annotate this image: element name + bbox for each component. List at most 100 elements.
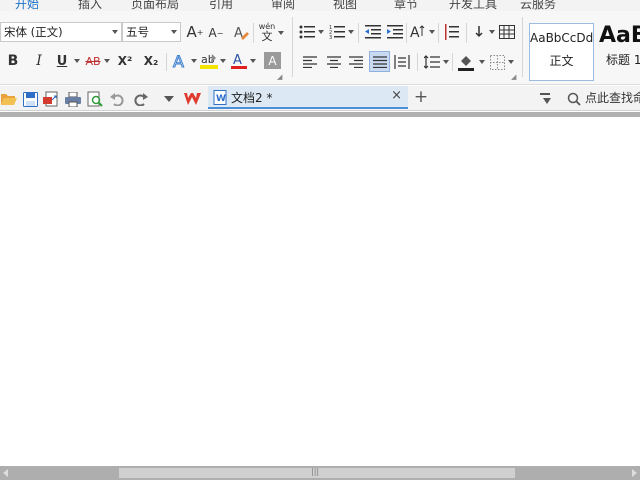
redo-icon: [134, 93, 148, 106]
align-center-button[interactable]: [325, 53, 343, 71]
horizontal-scrollbar[interactable]: |||: [0, 466, 640, 480]
printer-icon: [65, 91, 81, 107]
chevron-down-icon[interactable]: [479, 60, 485, 64]
align-left-icon: [303, 56, 317, 68]
font-size-select[interactable]: 五号: [122, 22, 181, 42]
print-button[interactable]: [64, 90, 82, 108]
save-button[interactable]: [21, 90, 39, 108]
shading-button[interactable]: [456, 52, 476, 72]
chevron-down-icon[interactable]: [443, 60, 449, 64]
chinese-layout-button[interactable]: [443, 23, 461, 41]
distribute-button[interactable]: [393, 53, 411, 71]
chevron-down-icon[interactable]: [191, 59, 197, 63]
chinese-layout-icon: [445, 24, 459, 40]
font-color-button[interactable]: A: [231, 51, 247, 71]
align-right-button[interactable]: [347, 53, 365, 71]
highlight-button[interactable]: ab: [200, 51, 218, 71]
menu-tab-references[interactable]: 引用: [209, 0, 233, 11]
sort-button[interactable]: [471, 23, 487, 41]
chevron-down-icon[interactable]: [429, 30, 435, 34]
borders-button[interactable]: [488, 53, 506, 71]
chevron-down-icon[interactable]: [348, 30, 354, 34]
decrease-indent-button[interactable]: [364, 23, 382, 41]
grow-font-icon: A: [186, 23, 197, 41]
menu-tab-page-layout[interactable]: 页面布局: [131, 0, 179, 11]
shrink-font-button[interactable]: A −: [207, 24, 225, 42]
line-spacing-button[interactable]: [423, 53, 441, 71]
numbered-list-button[interactable]: 123: [328, 23, 346, 41]
print-preview-button[interactable]: [86, 90, 104, 108]
document-tab[interactable]: W 文档2 * ×: [208, 86, 408, 109]
text-effect-button[interactable]: A: [171, 51, 189, 71]
divider: [406, 23, 407, 43]
style-heading1-button[interactable]: AaB 标题 1: [596, 23, 640, 81]
paragraph-dialog-launcher-icon[interactable]: ◢: [511, 73, 516, 81]
folder-open-icon: [1, 94, 17, 105]
customize-toolbar-button[interactable]: [160, 90, 178, 108]
menu-tab-review[interactable]: 审阅: [271, 0, 295, 11]
clear-format-button[interactable]: A: [232, 22, 250, 42]
divider: [292, 17, 293, 77]
chevron-down-icon[interactable]: [508, 60, 514, 64]
increase-indent-button[interactable]: [386, 23, 404, 41]
font-family-select[interactable]: 宋体 (正文): [0, 22, 122, 42]
chevron-down-icon[interactable]: [104, 59, 110, 63]
bold-button[interactable]: B: [4, 51, 22, 71]
underline-button[interactable]: U: [53, 51, 71, 71]
export-pdf-button[interactable]: [42, 90, 60, 108]
bullet-list-button[interactable]: [298, 23, 316, 41]
style-heading1-preview: AaB: [599, 23, 640, 48]
italic-button[interactable]: I: [30, 51, 48, 71]
align-left-button[interactable]: [301, 53, 319, 71]
export-pdf-icon: [43, 91, 58, 107]
font-dialog-launcher-icon[interactable]: ◢: [277, 73, 282, 81]
table-grid-icon: [499, 25, 515, 39]
menu-tab-cloud[interactable]: 云服务: [520, 0, 556, 11]
chevron-down-icon[interactable]: [489, 30, 495, 34]
scroll-right-icon[interactable]: [632, 469, 637, 477]
chevron-down-icon: [171, 30, 177, 34]
horizontal-scroll-thumb[interactable]: |||: [119, 467, 515, 478]
open-button[interactable]: [0, 90, 18, 108]
scroll-left-icon[interactable]: [3, 469, 8, 477]
divider: [253, 23, 254, 43]
panel-toggle-button[interactable]: [538, 90, 556, 108]
wps-logo[interactable]: [184, 90, 202, 108]
style-normal-button[interactable]: AaBbCcDd 正文: [529, 23, 594, 81]
grow-font-button[interactable]: A +: [186, 22, 204, 42]
sort-icon: [475, 26, 483, 38]
ribbon: 宋体 (正文) 五号 A + A − A wén 文 B I U AB X² X₂ …: [0, 11, 640, 85]
undo-button[interactable]: [108, 90, 126, 108]
chevron-down-icon[interactable]: [220, 59, 226, 63]
menu-tab-insert[interactable]: 插入: [78, 0, 102, 11]
bullet-list-icon: [299, 25, 315, 39]
table-button[interactable]: [498, 23, 516, 41]
char-shading-button[interactable]: A: [264, 52, 281, 69]
superscript-button[interactable]: X²: [114, 51, 136, 71]
text-direction-button[interactable]: A: [410, 22, 428, 42]
chevron-down-icon[interactable]: [250, 59, 256, 63]
chevron-down-icon[interactable]: [318, 30, 324, 34]
eraser-icon: A: [234, 26, 249, 40]
svg-text:A: A: [173, 53, 184, 70]
font-family-value: 宋体 (正文): [4, 25, 63, 39]
menu-bar: 开始 插入 页面布局 引用 审阅 视图 章节 开发工具 云服务: [0, 0, 640, 11]
chevron-down-icon[interactable]: [278, 31, 284, 35]
menu-tab-section[interactable]: 章节: [394, 0, 418, 11]
align-justify-button[interactable]: [369, 51, 390, 72]
redo-button[interactable]: [131, 90, 149, 108]
document-icon: W: [213, 90, 227, 105]
chevron-down-icon[interactable]: [74, 59, 80, 63]
close-icon[interactable]: ×: [391, 88, 402, 103]
subscript-button[interactable]: X₂: [140, 51, 162, 71]
strikethrough-button[interactable]: AB: [83, 51, 103, 71]
text-effect-icon: A: [172, 53, 184, 70]
svg-text:A: A: [410, 25, 420, 41]
menu-tab-developer[interactable]: 开发工具: [449, 0, 497, 11]
document-canvas[interactable]: [0, 112, 640, 466]
new-tab-button[interactable]: +: [412, 86, 430, 108]
menu-tab-view[interactable]: 视图: [333, 0, 357, 11]
menu-tab-home[interactable]: 开始: [15, 0, 39, 11]
svg-text:W: W: [216, 94, 226, 104]
pinyin-guide-button[interactable]: wén 文: [258, 19, 276, 45]
